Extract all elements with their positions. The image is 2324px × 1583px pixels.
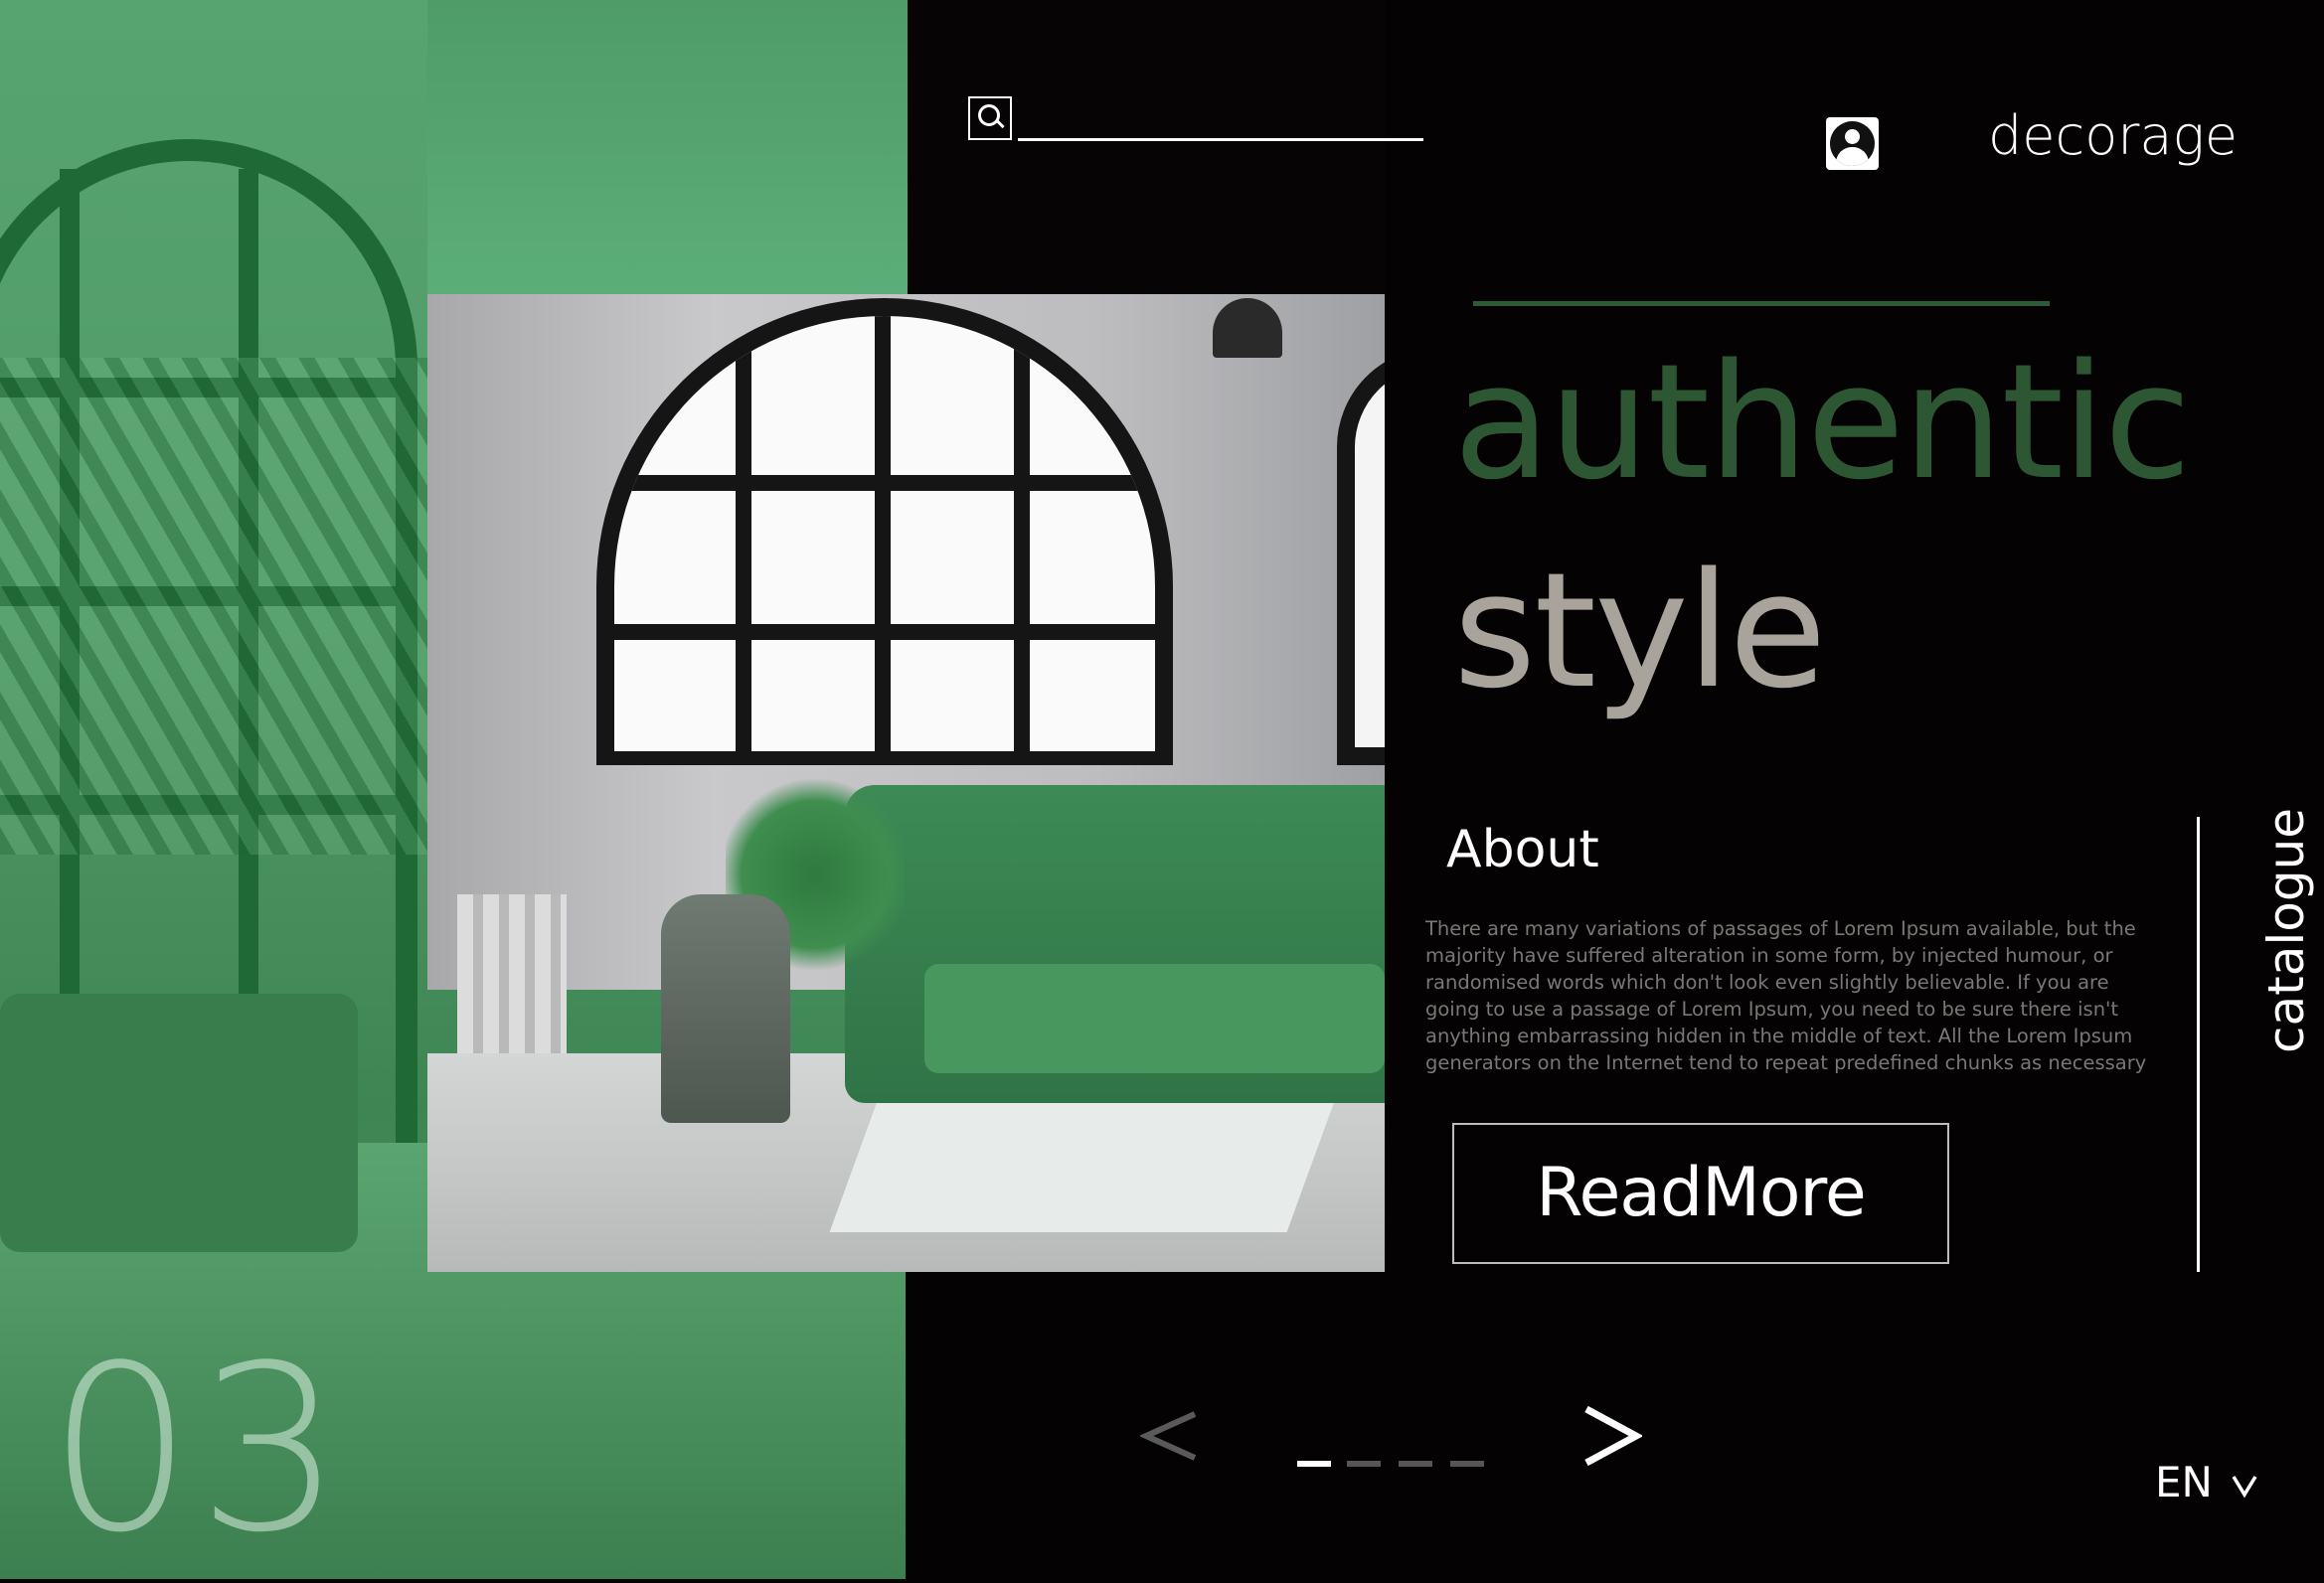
chevron-left-icon[interactable] bbox=[1140, 1406, 1200, 1466]
read-more-button[interactable]: ReadMore bbox=[1452, 1123, 1949, 1264]
green-chair bbox=[0, 994, 358, 1252]
language-selector[interactable]: EN bbox=[2155, 1455, 2213, 1510]
pagination-dot-active[interactable] bbox=[1297, 1461, 1331, 1467]
rug bbox=[829, 1093, 1338, 1232]
brand-logo[interactable]: decorage bbox=[1988, 101, 2238, 171]
about-body-text: There are many variations of passages of… bbox=[1425, 917, 2147, 1074]
headline-authentic: authentic bbox=[1453, 329, 2192, 515]
window-mullion bbox=[614, 475, 1155, 491]
search-icon[interactable] bbox=[968, 96, 1012, 140]
window-mullion bbox=[875, 316, 891, 751]
avatar-body bbox=[1836, 147, 1869, 166]
avatar-ring bbox=[1830, 121, 1875, 166]
headline-style: style bbox=[1453, 538, 1827, 723]
avatar-head bbox=[1845, 129, 1860, 144]
pagination-dot[interactable] bbox=[1399, 1461, 1432, 1467]
green-foliage bbox=[0, 358, 437, 855]
photo-top-dark bbox=[908, 0, 1385, 298]
sofa-seat bbox=[924, 964, 1385, 1073]
headline-divider bbox=[1473, 301, 2050, 306]
pagination-dot[interactable] bbox=[1347, 1461, 1381, 1467]
arched-window-secondary bbox=[1337, 348, 1385, 765]
photo-top-green bbox=[427, 0, 908, 298]
pagination-dot[interactable] bbox=[1450, 1461, 1484, 1467]
chevron-down-icon[interactable] bbox=[2231, 1471, 2258, 1499]
stool bbox=[661, 894, 790, 1123]
chevron-right-icon[interactable] bbox=[1582, 1403, 1642, 1469]
slide-number: 03 bbox=[48, 1318, 347, 1583]
user-avatar-icon[interactable] bbox=[1826, 117, 1879, 170]
catalogue-divider bbox=[2197, 817, 2200, 1272]
about-title: About bbox=[1446, 820, 1599, 879]
search-input[interactable] bbox=[1018, 97, 1423, 141]
hero-image bbox=[427, 0, 1385, 1272]
window-mullion bbox=[614, 624, 1155, 640]
catalogue-link[interactable]: catalogue bbox=[2256, 808, 2316, 1053]
window-mullion bbox=[736, 316, 751, 751]
window-mullion bbox=[1014, 316, 1030, 751]
radiator bbox=[457, 894, 567, 1063]
